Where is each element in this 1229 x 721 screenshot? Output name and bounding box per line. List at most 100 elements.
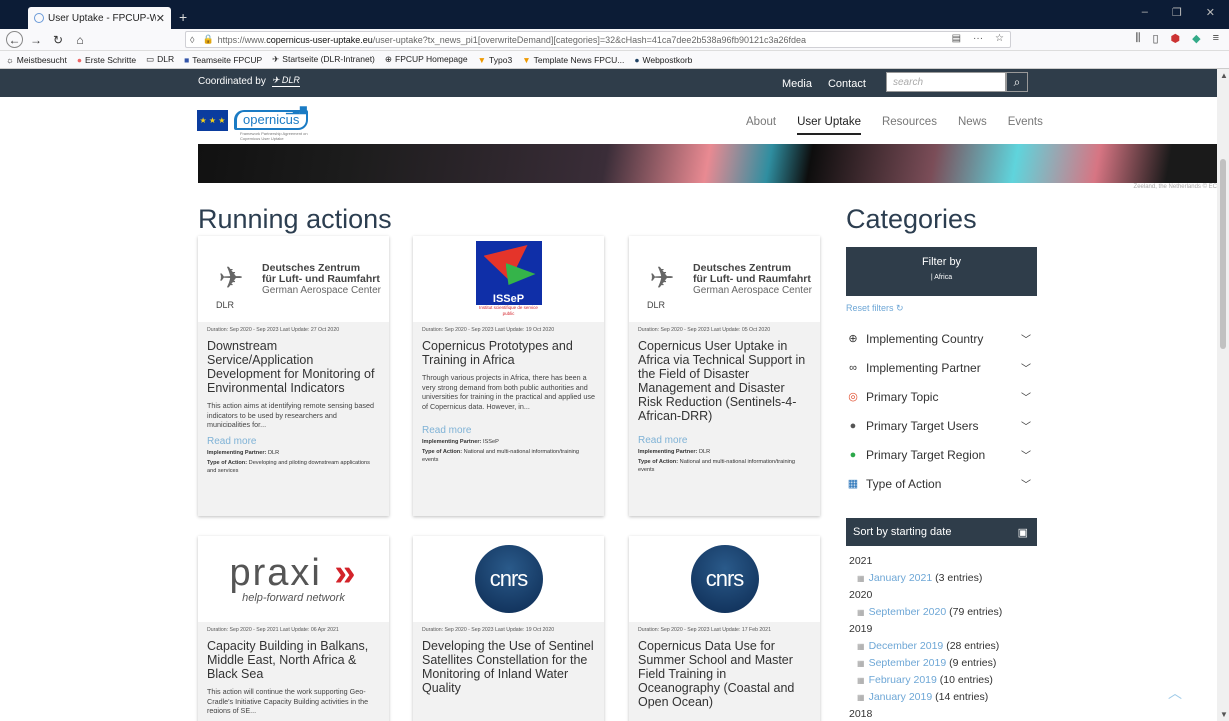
chevron-down-icon[interactable]: ﹀	[1021, 476, 1031, 491]
scrollbar-thumb[interactable]	[1220, 159, 1226, 349]
category-implementing-country[interactable]: ⊕ Implementing Country ﹀	[846, 324, 1037, 353]
card-title[interactable]: Copernicus User Uptake in Africa via Tec…	[629, 333, 820, 423]
calendar-icon[interactable]: ▣	[1018, 526, 1028, 539]
month-link[interactable]: ▦ January 2021 (3 entries)	[849, 570, 1040, 587]
menu-resources[interactable]: Resources	[882, 116, 937, 135]
cnrs-logo[interactable]: cnrs	[629, 536, 820, 622]
bookmark-item[interactable]: ● Webpostkorb	[634, 55, 692, 65]
chevron-down-icon[interactable]: ﹀	[1021, 418, 1031, 433]
year-label: 2021	[849, 555, 873, 567]
search-icon[interactable]: ⌕	[1006, 72, 1028, 92]
bookmark-item[interactable]: ☼ Meistbesucht	[6, 55, 67, 65]
cnrs-logo[interactable]: cnrs	[413, 536, 604, 622]
dlr-logo[interactable]: ✈ DLR Deutsches Zentrum für Luft- und Raumf…	[629, 236, 820, 322]
month-link[interactable]: ▦ February 2019 (10 entries)	[849, 672, 1040, 689]
browser-window: User Uptake - FPCUP-Website ✕ + – ❐ ✕ ← …	[0, 0, 1229, 721]
search-input[interactable]: search	[886, 72, 1006, 92]
month-link[interactable]: ▦ December 2019 (28 entries)	[849, 638, 1040, 655]
browser-tab[interactable]: User Uptake - FPCUP-Website ✕	[28, 7, 171, 29]
card-type: Type of Action: National and multi-natio…	[638, 459, 796, 473]
globe-icon: ⊕	[848, 333, 858, 345]
menu-events[interactable]: Events	[1008, 116, 1043, 135]
eu-flag-logo[interactable]: ★ ★ ★	[197, 110, 228, 131]
bookmark-item[interactable]: ■ Teamseite FPCUP	[184, 55, 262, 65]
forward-icon[interactable]: →	[27, 31, 45, 49]
card-meta: Duration: Sep 2020 - Sep 2023 Last Updat…	[207, 327, 340, 333]
menu-news[interactable]: News	[958, 116, 987, 135]
bookmark-item[interactable]: ▼ Typo3	[478, 55, 513, 65]
minimize-icon[interactable]: –	[1142, 6, 1148, 19]
card-title[interactable]: Developing the Use of Sentinel Satellite…	[413, 633, 604, 695]
read-more-link[interactable]: Read more	[413, 423, 604, 436]
category-primary-topic[interactable]: ◎ Primary Topic ﹀	[846, 382, 1037, 411]
sort-by-date-header[interactable]: Sort by starting date ▣	[846, 518, 1037, 546]
close-tab-icon[interactable]: ✕	[156, 12, 165, 25]
reset-filters-link[interactable]: Reset filters ↻	[846, 303, 904, 314]
reload-icon[interactable]: ↻	[49, 31, 67, 49]
card-meta: Duration: Sep 2020 - Sep 2023 Last Updat…	[422, 627, 555, 633]
home-icon[interactable]: ⌂	[71, 31, 89, 49]
chevron-down-icon[interactable]: ﹀	[1021, 331, 1031, 346]
url-prefix: https://www.	[217, 34, 267, 45]
page-scrollbar[interactable]: ▲ ▼	[1217, 69, 1229, 721]
card-partner: Implementing Partner: DLR	[638, 449, 711, 455]
menu-about[interactable]: About	[746, 116, 776, 135]
card-title[interactable]: Copernicus Prototypes and Training in Af…	[413, 333, 604, 367]
month-link[interactable]: ▦ September 2019 (9 entries)	[849, 655, 1040, 672]
bookmark-item[interactable]: ⊕ FPCUP Homepage	[385, 54, 468, 65]
restore-icon[interactable]: ❐	[1172, 6, 1182, 19]
link-icon: ∞	[849, 361, 857, 374]
bookmark-item[interactable]: ▼ Template News FPCU...	[522, 55, 624, 65]
media-link[interactable]: Media	[782, 78, 812, 90]
back-icon[interactable]: ←	[6, 31, 23, 48]
month-link[interactable]: ▦ January 2019 (14 entries)	[849, 689, 1040, 706]
card-title[interactable]: Capacity Building in Balkans, Middle Eas…	[198, 633, 389, 681]
category-implementing-partner[interactable]: ∞ Implementing Partner ﹀	[846, 353, 1037, 382]
bookmark-star-icon[interactable]: ☆	[995, 33, 1004, 44]
extension-puzzle-icon[interactable]: ◆	[1192, 32, 1200, 45]
dlr-small-logo[interactable]: ✈ DLR	[271, 75, 300, 87]
contact-link[interactable]: Contact	[828, 78, 866, 90]
chevron-down-icon[interactable]: ﹀	[1021, 447, 1031, 462]
new-tab-button[interactable]: +	[179, 9, 187, 25]
bookmark-item[interactable]: ▭ DLR	[146, 54, 174, 65]
chevron-down-icon[interactable]: ﹀	[1021, 389, 1031, 404]
card-meta: Duration: Sep 2020 - Sep 2023 Last Updat…	[638, 627, 771, 633]
sidebar-icon[interactable]: ▯	[1152, 32, 1158, 45]
chevron-down-icon[interactable]: ﹀	[1021, 360, 1031, 375]
bookmark-item[interactable]: ✈ Startseite (DLR-Intranet)	[272, 54, 375, 65]
read-more-link[interactable]: Read more	[629, 423, 820, 446]
calendar-small-icon: ▦	[857, 693, 865, 702]
card-title[interactable]: Downstream Service/Application Developme…	[198, 333, 389, 395]
reader-view-icon[interactable]: ▤	[952, 33, 961, 44]
library-icon[interactable]: ⫼	[1135, 32, 1140, 45]
bookmark-item[interactable]: ● Erste Schritte	[77, 55, 136, 65]
toolbar-icons: ⫼ ▯ ⬢ ◆ ≡	[1135, 32, 1219, 45]
dlr-logo[interactable]: ✈ DLR Deutsches Zentrum für Luft- und Raumf…	[198, 236, 389, 322]
action-card: ✈ DLR Deutsches Zentrum für Luft- und Raumf…	[198, 236, 389, 516]
read-more-link[interactable]: Read more	[198, 427, 389, 447]
issep-logo[interactable]: ISSeP Institut scientifique de service pu…	[413, 236, 604, 322]
site-header: ★ ★ ★ opernicus ▁▃▆ Framework Partnershi…	[0, 97, 1217, 144]
page-actions-icon[interactable]: ···	[973, 33, 983, 44]
category-type-of-action[interactable]: ▦ Type of Action ﹀	[846, 469, 1037, 498]
active-filter[interactable]: | Africa	[846, 274, 1037, 281]
favicon-icon	[34, 13, 44, 23]
month-link[interactable]: ▦ September 2020 (79 entries)	[849, 604, 1040, 621]
close-window-icon[interactable]: ✕	[1206, 6, 1215, 19]
praxi-logo[interactable]: praxi » help-forward network	[198, 536, 389, 622]
bookmarks-bar: ☼ Meistbesucht ● Erste Schritte ▭ DLR ■ Team…	[0, 51, 1229, 69]
action-card: praxi » help-forward network Duration: Se…	[198, 536, 389, 721]
card-partner: Implementing Partner: ISSeP	[422, 439, 499, 445]
card-title[interactable]: Copernicus Data Use for Summer School an…	[629, 633, 820, 709]
url-bar[interactable]: ◊ 🔒 https://www. copernicus-user-uptake.e…	[185, 31, 1011, 48]
menu-icon[interactable]: ≡	[1213, 32, 1219, 45]
categories-heading: Categories	[846, 204, 977, 234]
category-primary-target-users[interactable]: ● Primary Target Users ﹀	[846, 411, 1037, 440]
extension-shield-icon[interactable]: ⬢	[1171, 32, 1181, 45]
banner-caption: Zeeland, the Netherlands © EC	[1133, 184, 1217, 190]
category-primary-target-region[interactable]: ● Primary Target Region ﹀	[846, 440, 1037, 469]
copernicus-logo[interactable]: opernicus ▁▃▆ Framework Partnership Agre…	[234, 104, 314, 141]
scroll-to-top-icon[interactable]: ︿	[1168, 683, 1182, 703]
menu-user-uptake[interactable]: User Uptake	[797, 116, 861, 135]
